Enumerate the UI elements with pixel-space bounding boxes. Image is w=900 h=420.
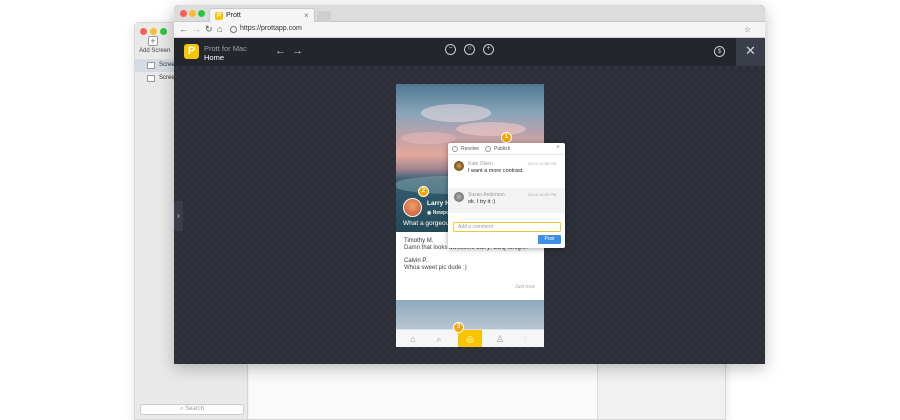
coin-icon[interactable]: $ <box>714 46 725 57</box>
screen-search-input[interactable]: ⌕ Search <box>140 404 244 415</box>
close-traffic-light[interactable] <box>180 10 187 17</box>
screen-list-label: Scree <box>159 75 175 81</box>
comment-text: Whoa sweet pic dude :) <box>404 265 467 271</box>
comment-pin[interactable]: 3 <box>453 322 464 333</box>
avatar <box>454 192 464 202</box>
zoom-reset-icon[interactable]: ○ <box>464 44 475 55</box>
browser-tab-bar: P Prott × <box>174 5 765 22</box>
camera-icon[interactable]: ◎ <box>458 330 482 347</box>
commenter-name: Calvin P. <box>404 258 428 264</box>
app-name: Prott for Mac <box>204 44 247 53</box>
prott-favicon-icon: P <box>215 12 223 20</box>
screen-thumbnail-icon <box>147 62 155 69</box>
forward-arrow-icon[interactable]: → <box>192 24 201 35</box>
add-comment-input[interactable]: Add a comment <box>453 222 561 232</box>
home-icon[interactable]: ⌂ <box>407 333 419 345</box>
tab-title: Prott <box>226 12 241 19</box>
screen-thumbnail-icon <box>147 75 155 82</box>
zoom-out-icon[interactable]: − <box>445 44 456 55</box>
cloud-shape <box>421 104 491 122</box>
post-location: ◉ Newpo <box>427 210 450 216</box>
close-traffic-light[interactable] <box>140 28 147 35</box>
search-icon[interactable]: ⌕ <box>433 333 445 345</box>
comment-time: 02/14 10:00 PM <box>528 161 557 166</box>
sidebar-toggle-chevron-icon[interactable]: › <box>174 201 183 231</box>
next-post-photo <box>396 300 544 330</box>
add-screen-label: Add Screen <box>139 48 171 54</box>
zoom-in-icon[interactable]: + <box>483 44 494 55</box>
minimize-traffic-light[interactable] <box>189 10 196 17</box>
profile-icon[interactable]: ♙ <box>494 333 506 345</box>
new-tab-button[interactable] <box>317 11 331 22</box>
back-arrow-icon[interactable]: ← <box>179 24 188 35</box>
home-icon[interactable]: ⌂ <box>217 24 222 35</box>
close-icon[interactable]: × <box>556 144 560 151</box>
post-comment-button[interactable]: Post <box>538 235 561 244</box>
commenter-name: Timothy M. <box>404 238 434 244</box>
zoom-traffic-light[interactable] <box>160 28 167 35</box>
popup-comment: Kate Olsen 02/14 10:00 PM I want a more … <box>448 157 565 182</box>
address-bar: ← → ↻ ⌂ https://prottapp.com ☆ <box>174 22 765 38</box>
post-caption: What a gorgeous <box>403 220 453 227</box>
publish-label: Publish <box>494 146 511 152</box>
page-title: Home <box>204 53 225 62</box>
minimize-traffic-light[interactable] <box>150 28 157 35</box>
browser-window: P Prott × ← → ↻ ⌂ https://prottapp.com ☆… <box>174 5 765 364</box>
popup-comment: Susan Anderson 02/14 10:00 PM ok. I try … <box>448 188 565 213</box>
tab-close-icon[interactable]: × <box>304 11 309 20</box>
resolve-label: Resolve <box>461 146 480 152</box>
comment-pin[interactable]: 2 <box>418 186 429 197</box>
add-screen-button[interactable]: + <box>148 36 158 46</box>
comment-pin[interactable]: 1 <box>501 132 512 143</box>
prott-logo: P <box>184 44 199 59</box>
close-icon: ✕ <box>745 43 756 58</box>
comment-text: I want a more contrast. <box>468 168 524 174</box>
avatar <box>454 161 464 171</box>
browser-tab[interactable]: P Prott × <box>209 8 315 22</box>
search-placeholder: Search <box>185 406 205 412</box>
next-screen-arrow-icon[interactable]: → <box>292 44 303 58</box>
post-timestamp: Just now <box>515 284 535 290</box>
close-preview-button[interactable]: ✕ <box>736 38 765 66</box>
cloud-shape <box>456 122 526 136</box>
phone-tab-bar: ⌂ ⌕ ◎ ♙ ⫶ <box>396 329 544 347</box>
popup-header: Resolve Publish × <box>448 143 565 155</box>
info-icon <box>230 26 237 33</box>
reload-icon[interactable]: ↻ <box>205 24 213 35</box>
commenter-name: Susan Anderson <box>468 192 505 198</box>
location-text: Newpo <box>432 210 450 216</box>
bookmark-star-icon[interactable]: ☆ <box>744 24 751 35</box>
url-field[interactable]: https://prottapp.com <box>228 24 748 36</box>
settings-sliders-icon[interactable]: ⫶ <box>519 333 531 345</box>
avatar[interactable] <box>403 198 422 217</box>
commenter-name: Kate Olsen <box>468 161 493 167</box>
previous-screen-arrow-icon[interactable]: ← <box>275 44 286 58</box>
zoom-traffic-light[interactable] <box>198 10 205 17</box>
url-text: https://prottapp.com <box>240 25 302 32</box>
prott-app-canvas: P Prott for Mac Home ← → − ○ + $ ✕ › Lar… <box>174 38 765 364</box>
publish-radio[interactable] <box>485 146 491 152</box>
screen-list-label: Scree <box>159 62 175 68</box>
comment-time: 02/14 10:00 PM <box>528 192 557 197</box>
comment-popup: Resolve Publish × Kate Olsen 02/14 10:00… <box>448 143 565 248</box>
resolve-radio[interactable] <box>452 146 458 152</box>
app-header: P Prott for Mac Home ← → − ○ + $ ✕ <box>174 38 765 66</box>
comment-text: ok. I try it :) <box>468 199 496 205</box>
